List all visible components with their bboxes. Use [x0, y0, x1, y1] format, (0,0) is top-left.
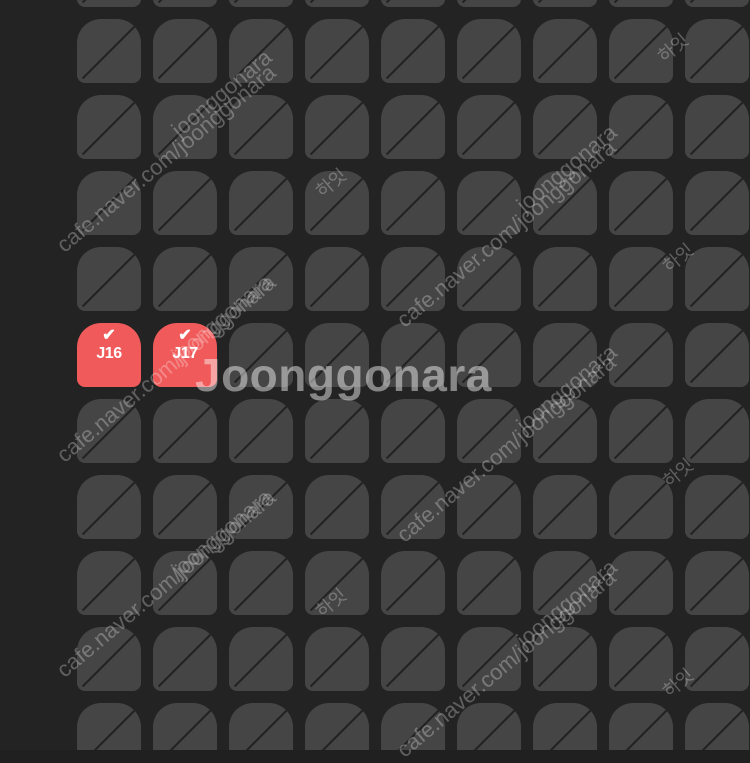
- check-icon: ✔: [178, 327, 192, 344]
- seat-unavailable: [229, 399, 293, 463]
- seat-unavailable: [533, 95, 597, 159]
- seat-unavailable: [77, 399, 141, 463]
- seat-unavailable: [153, 0, 217, 7]
- seat-unavailable: [685, 95, 749, 159]
- seat-unavailable: [685, 0, 749, 7]
- seat-unavailable: [305, 551, 369, 615]
- seat-unavailable: [609, 247, 673, 311]
- seat-unavailable: [77, 551, 141, 615]
- seat-unavailable: [153, 95, 217, 159]
- seat-unavailable: [381, 247, 445, 311]
- seat-unavailable: [77, 247, 141, 311]
- seat-unavailable: [153, 627, 217, 691]
- seat-unavailable: [609, 399, 673, 463]
- seat-unavailable: [153, 19, 217, 83]
- seat-unavailable: [305, 475, 369, 539]
- seat-unavailable: [381, 171, 445, 235]
- seat-unavailable: [609, 627, 673, 691]
- seat-unavailable: [229, 0, 293, 7]
- seat-unavailable: [229, 19, 293, 83]
- seat-unavailable: [305, 627, 369, 691]
- seat-unavailable: [229, 703, 293, 750]
- seat-selected[interactable]: ✔ J16: [77, 323, 141, 387]
- seat-unavailable: [305, 95, 369, 159]
- seat-unavailable: [457, 399, 521, 463]
- seat-unavailable: [457, 19, 521, 83]
- seat-unavailable: [533, 703, 597, 750]
- seat-unavailable: [381, 475, 445, 539]
- seat-unavailable: [533, 475, 597, 539]
- seat-unavailable: [685, 247, 749, 311]
- seat-unavailable: [685, 19, 749, 83]
- seat-unavailable: [533, 399, 597, 463]
- seat-unavailable: [609, 551, 673, 615]
- seat-unavailable: [229, 171, 293, 235]
- seat-unavailable: [305, 703, 369, 750]
- seat-unavailable: [685, 551, 749, 615]
- seat-unavailable: [457, 551, 521, 615]
- seat-unavailable: [229, 551, 293, 615]
- seat-label: J16: [96, 345, 122, 362]
- seat-unavailable: [533, 627, 597, 691]
- seat-unavailable: [457, 247, 521, 311]
- seat-unavailable: [77, 19, 141, 83]
- seat-unavailable: [457, 171, 521, 235]
- seat-unavailable: [685, 475, 749, 539]
- seat-unavailable: [609, 19, 673, 83]
- seat-unavailable: [229, 627, 293, 691]
- seat-unavailable: [533, 171, 597, 235]
- seat-unavailable: [533, 19, 597, 83]
- seat-unavailable: [685, 703, 749, 750]
- seat-unavailable: [77, 95, 141, 159]
- seat-unavailable: [533, 551, 597, 615]
- seat-unavailable: [153, 551, 217, 615]
- seat-unavailable: [457, 95, 521, 159]
- seat-unavailable: [77, 627, 141, 691]
- seat-unavailable: [381, 551, 445, 615]
- seat-unavailable: [609, 323, 673, 387]
- seat-unavailable: [457, 703, 521, 750]
- seat-unavailable: [305, 19, 369, 83]
- seat-unavailable: [153, 171, 217, 235]
- seat-unavailable: [381, 399, 445, 463]
- seat-unavailable: [153, 399, 217, 463]
- seat-unavailable: [77, 171, 141, 235]
- seat-unavailable: [305, 0, 369, 7]
- seat-unavailable: [685, 323, 749, 387]
- seat-unavailable: [381, 19, 445, 83]
- seat-unavailable: [381, 0, 445, 7]
- check-icon: ✔: [102, 327, 116, 344]
- seat-unavailable: [305, 171, 369, 235]
- seat-unavailable: [229, 475, 293, 539]
- seat-unavailable: [77, 703, 141, 750]
- seat-unavailable: [305, 247, 369, 311]
- seat-unavailable: [533, 247, 597, 311]
- seat-unavailable: [457, 0, 521, 7]
- seat-unavailable: [153, 247, 217, 311]
- seat-unavailable: [609, 0, 673, 7]
- seat-unavailable: [77, 0, 141, 7]
- watermark-center: Joonggonara: [195, 349, 492, 401]
- seat-unavailable: [229, 247, 293, 311]
- seat-unavailable: [685, 171, 749, 235]
- seat-unavailable: [229, 95, 293, 159]
- seat-unavailable: [153, 703, 217, 750]
- seat-unavailable: [457, 475, 521, 539]
- seat-unavailable: [381, 627, 445, 691]
- seat-unavailable: [609, 95, 673, 159]
- seat-unavailable: [381, 95, 445, 159]
- seat-unavailable: [609, 703, 673, 750]
- seat-unavailable: [685, 627, 749, 691]
- seat-unavailable: [609, 475, 673, 539]
- seat-unavailable: [533, 0, 597, 7]
- seat-unavailable: [609, 171, 673, 235]
- seat-unavailable: [381, 703, 445, 750]
- seat-unavailable: [77, 475, 141, 539]
- seat-unavailable: [153, 475, 217, 539]
- seat-unavailable: [685, 399, 749, 463]
- seat-unavailable: [533, 323, 597, 387]
- seat-unavailable: [305, 399, 369, 463]
- seat-unavailable: [457, 627, 521, 691]
